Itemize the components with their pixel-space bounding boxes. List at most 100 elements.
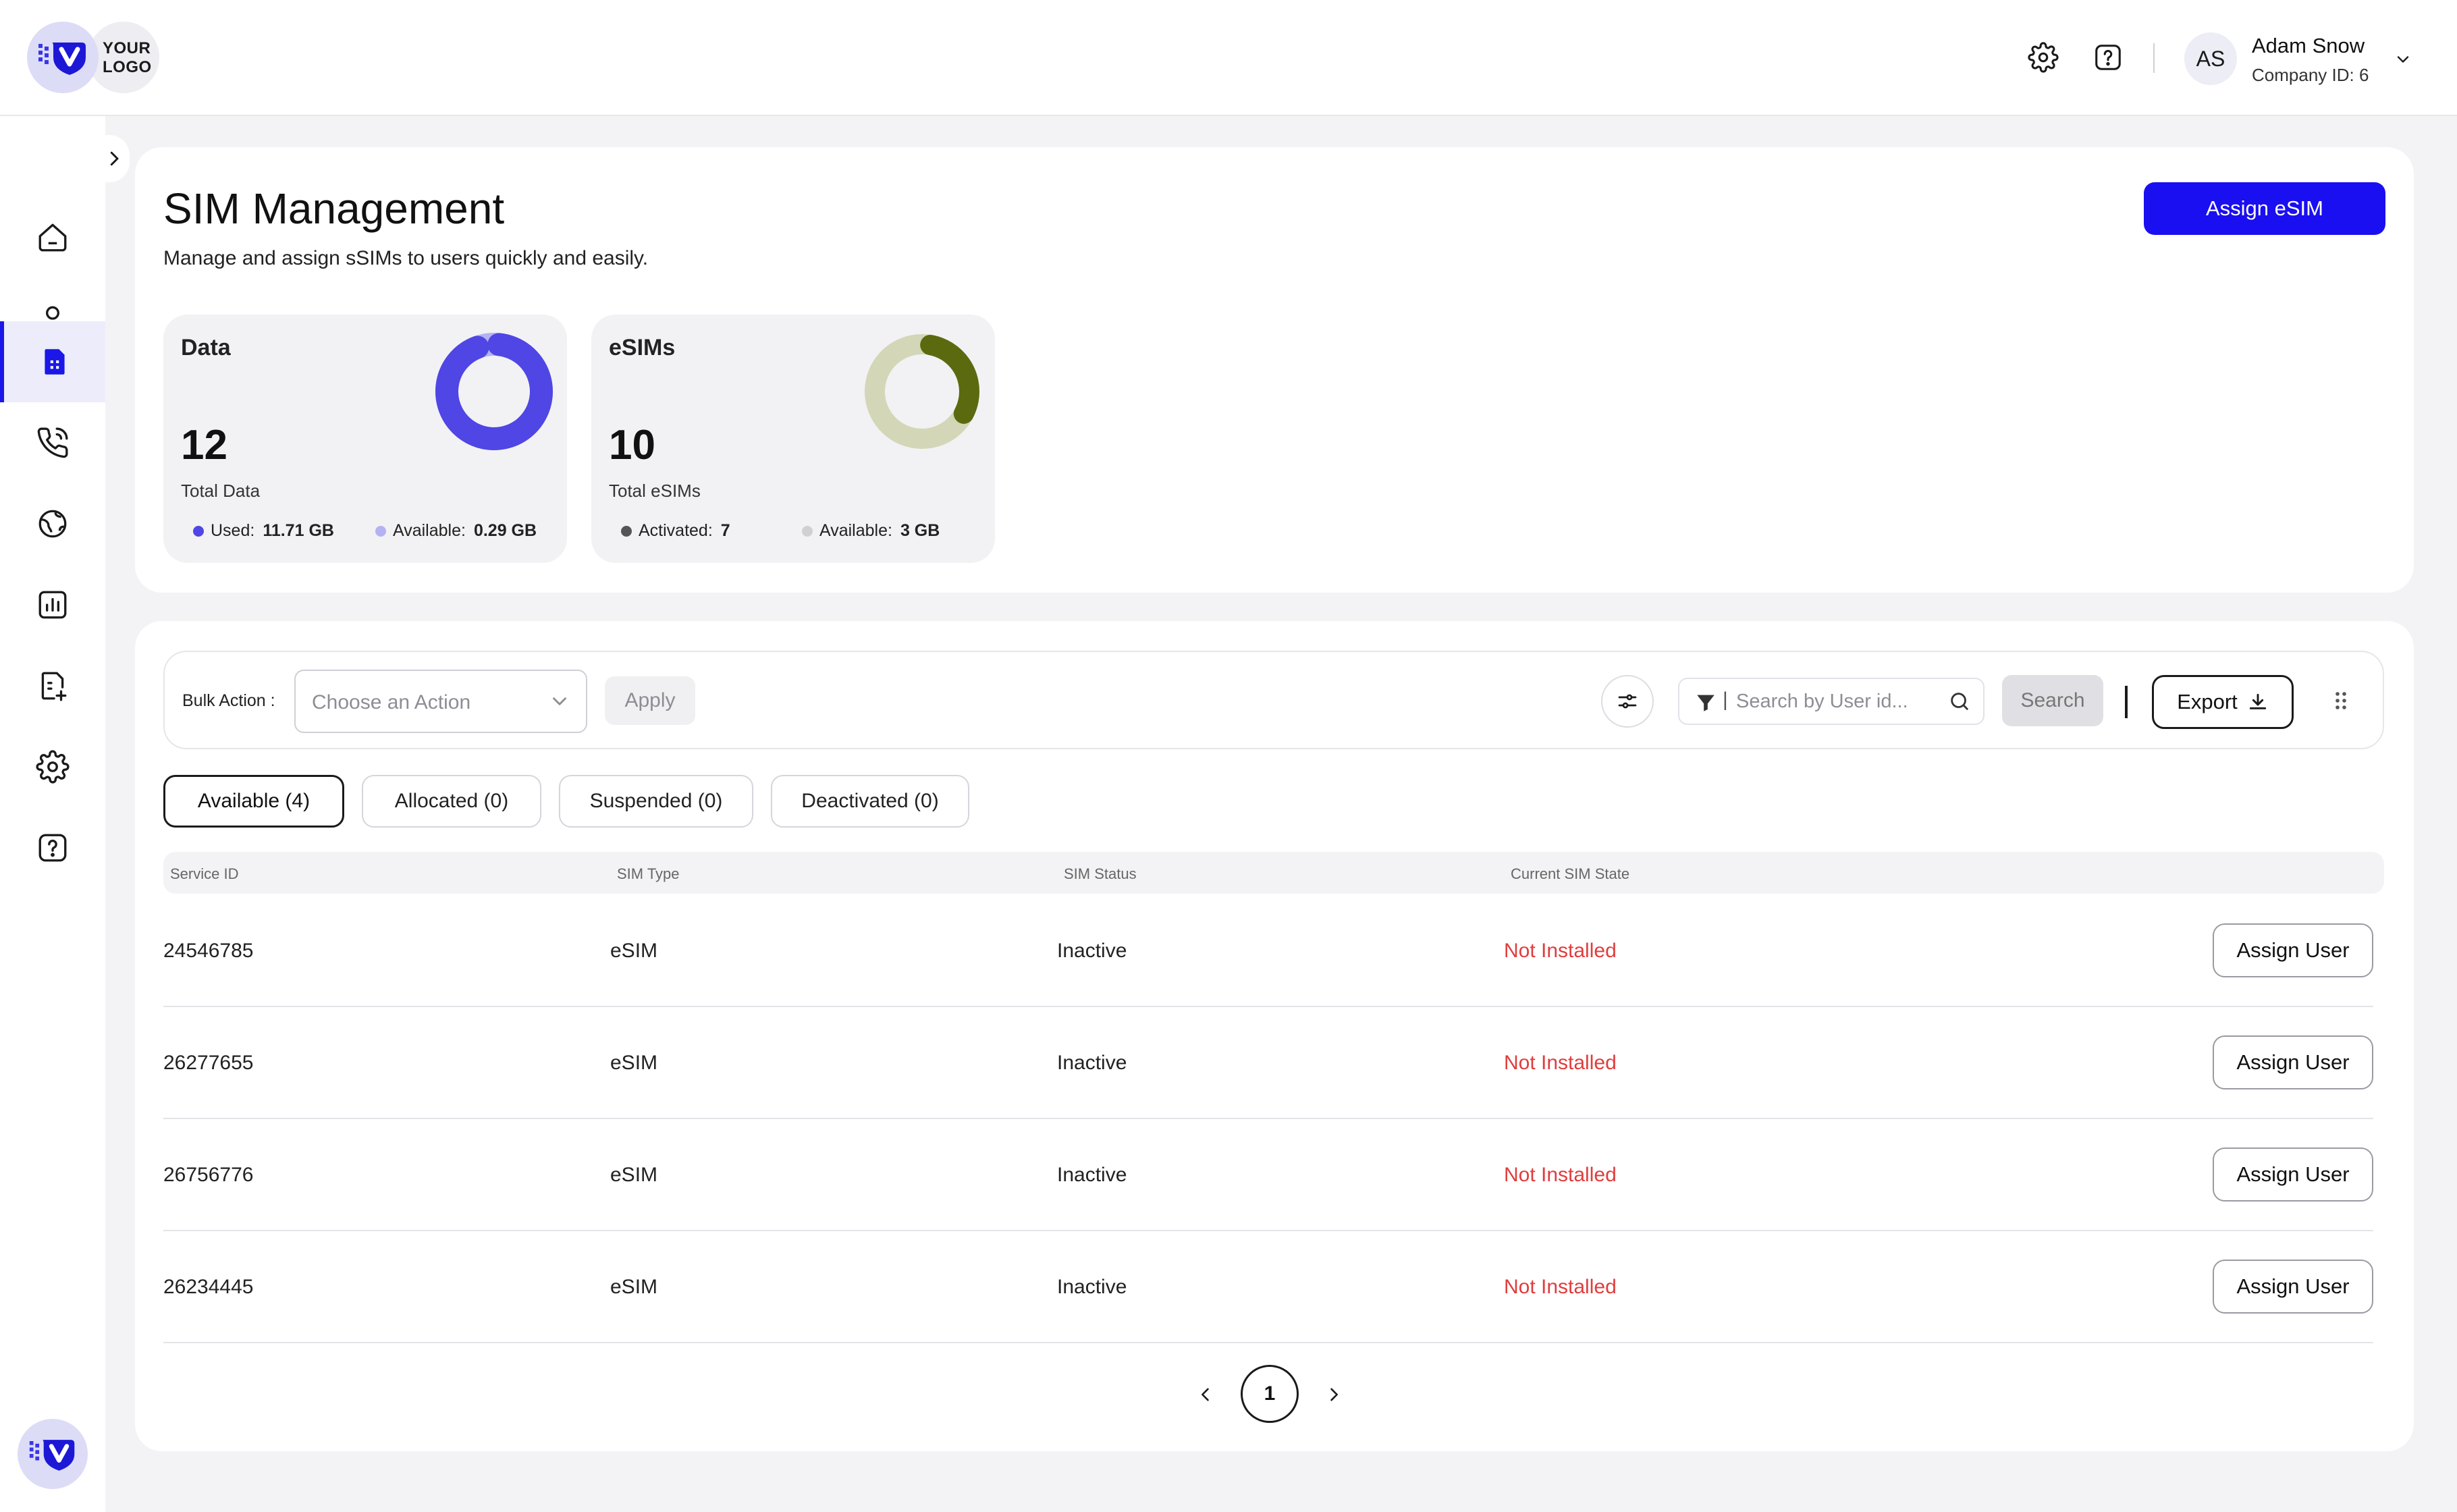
sidebar-item-help[interactable]: [0, 807, 105, 888]
company-id: Company ID: 6: [2252, 65, 2369, 85]
esims-stat-card: eSIMs 10 Total eSIMs Activated: 7 Availa…: [591, 315, 995, 563]
sim-state-cell: Not Installed: [1504, 940, 1617, 962]
legend-label: Activated:: [639, 521, 713, 540]
previous-page-button[interactable]: [1192, 1380, 1219, 1409]
legend-dot: [621, 525, 632, 537]
top-header: YOUR LOGO AS Adam Snow Company ID: 6: [0, 0, 2457, 116]
header-divider: [2153, 43, 2155, 73]
next-page-button[interactable]: [1320, 1380, 1347, 1409]
sidebar-expand-button[interactable]: [99, 135, 130, 182]
sim-type-cell: eSIM: [610, 940, 658, 962]
tab-available[interactable]: Available (4): [163, 775, 344, 828]
sim-status-cell: Inactive: [1057, 1164, 1127, 1186]
legend-value: 0.29 GB: [473, 521, 537, 540]
table-header: Service ID SIM Type SIM Status Current S…: [163, 852, 2384, 894]
search-icon[interactable]: [1948, 690, 1971, 716]
service-id-cell: 26277655: [163, 1052, 254, 1074]
legend-available: Available: 3 GB: [802, 521, 940, 541]
total-data-label: Total Data: [181, 481, 261, 501]
legend-label: Used:: [211, 521, 255, 540]
sidebar-item-add-sim[interactable]: [0, 645, 105, 726]
column-header-sim-type: SIM Type: [617, 865, 680, 882]
logo-text-line2: LOGO: [103, 58, 152, 76]
total-esims-value: 10: [609, 422, 655, 468]
column-header-sim-state: Current SIM State: [1511, 865, 1630, 882]
company-logo[interactable]: YOUR LOGO: [27, 22, 159, 93]
sidebar-item-roaming[interactable]: [0, 483, 105, 564]
sidebar-item-sim[interactable]: [0, 321, 105, 402]
bulk-action-label: Bulk Action :: [182, 691, 275, 710]
assign-user-button[interactable]: Assign User: [2213, 1148, 2373, 1202]
logo-text: YOUR LOGO: [103, 39, 152, 77]
legend-dot: [375, 525, 386, 537]
esims-donut-chart: [865, 334, 979, 449]
gear-icon: [36, 750, 70, 784]
bar-chart-icon: [38, 591, 67, 619]
assign-esim-button[interactable]: Assign eSIM: [2144, 182, 2385, 235]
logo-text-line1: YOUR: [103, 39, 151, 57]
sim-state-cell: Not Installed: [1504, 1052, 1617, 1074]
chevron-right-icon: [1330, 1388, 1338, 1401]
service-id-cell: 24546785: [163, 940, 254, 962]
chevron-down-icon[interactable]: [2390, 46, 2416, 73]
help-icon: [38, 834, 67, 862]
assign-user-button[interactable]: Assign User: [2213, 1035, 2373, 1089]
column-header-sim-status: SIM Status: [1064, 865, 1137, 882]
table-toolbar: Bulk Action : Choose an Action Apply | S…: [163, 651, 2384, 749]
funnel-icon[interactable]: [1694, 691, 1717, 718]
sim-state-cell: Not Installed: [1504, 1276, 1617, 1298]
sidebar-item-home[interactable]: [0, 197, 105, 278]
user-name: Adam Snow: [2252, 34, 2365, 57]
legend-value: 11.71 GB: [263, 521, 334, 540]
page-number-button[interactable]: 1: [1241, 1365, 1299, 1423]
sim-state-cell: Not Installed: [1504, 1164, 1617, 1186]
bulk-action-select[interactable]: Choose an Action: [294, 670, 587, 733]
search-field[interactable]: |: [1678, 678, 1985, 725]
sidebar-brand-icon: [18, 1419, 88, 1489]
search-input[interactable]: [1736, 687, 1932, 716]
tab-suspended[interactable]: Suspended (0): [559, 775, 753, 828]
sliders-icon: [1618, 694, 1637, 709]
gear-icon[interactable]: [2026, 40, 2060, 74]
legend-value: 3 GB: [900, 521, 940, 540]
tab-deactivated[interactable]: Deactivated (0): [771, 775, 969, 828]
apply-button[interactable]: Apply: [605, 676, 695, 725]
globe-icon: [38, 510, 67, 538]
table-row: 26756776 eSIM Inactive Not Installed Ass…: [163, 1119, 2373, 1231]
legend-available: Available: 0.29 GB: [375, 521, 537, 541]
export-label: Export: [2177, 690, 2238, 713]
sim-status-cell: Inactive: [1057, 1052, 1127, 1074]
avatar[interactable]: AS: [2184, 32, 2237, 85]
table-row: 24546785 eSIM Inactive Not Installed Ass…: [163, 895, 2373, 1007]
chevron-right-icon: [110, 151, 119, 166]
legend-used: Used: 11.71 GB: [193, 521, 334, 541]
legend-label: Available:: [819, 521, 892, 540]
export-button[interactable]: Export: [2152, 675, 2294, 729]
legend-dot: [193, 525, 204, 537]
page-subtitle: Manage and assign sSIMs to users quickly…: [163, 247, 649, 269]
tab-allocated[interactable]: Allocated (0): [362, 775, 541, 828]
select-placeholder: Choose an Action: [312, 691, 471, 713]
more-options-icon[interactable]: [2326, 684, 2356, 717]
service-id-cell: 26756776: [163, 1164, 254, 1186]
add-document-icon: [41, 672, 67, 701]
page-title: SIM Management: [163, 184, 505, 233]
assign-user-button[interactable]: Assign User: [2213, 1260, 2373, 1314]
table-row: 26277655 eSIM Inactive Not Installed Ass…: [163, 1007, 2373, 1119]
assign-user-button[interactable]: Assign User: [2213, 923, 2373, 977]
sidebar-item-settings[interactable]: [0, 726, 105, 807]
home-icon: [38, 223, 67, 252]
legend-label: Available:: [393, 521, 466, 540]
sidebar-item-calls[interactable]: [0, 402, 105, 483]
sim-status-cell: Inactive: [1057, 1276, 1127, 1298]
stat-title: Data: [181, 335, 231, 360]
sidebar-item-reports[interactable]: [0, 564, 105, 645]
sim-status-cell: Inactive: [1057, 940, 1127, 962]
service-id-cell: 26234445: [163, 1276, 254, 1298]
total-esims-label: Total eSIMs: [609, 481, 701, 501]
sidebar: [0, 116, 105, 1512]
help-icon[interactable]: [2091, 40, 2125, 74]
search-button[interactable]: Search: [2002, 675, 2103, 726]
chevron-down-icon: [548, 690, 571, 716]
filter-settings-button[interactable]: [1601, 675, 1654, 728]
